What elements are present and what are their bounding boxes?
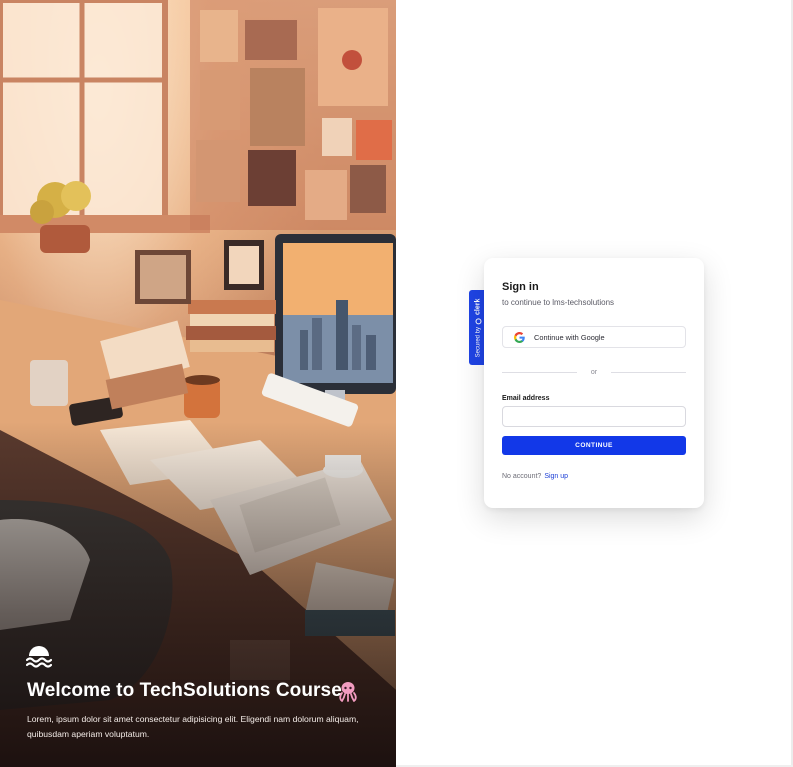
octopus-icon bbox=[339, 682, 357, 702]
or-divider: or bbox=[502, 366, 687, 378]
sign-up-link[interactable]: Sign up bbox=[544, 473, 568, 480]
clerk-logo-icon bbox=[475, 317, 481, 324]
hero-title: Welcome to TechSolutions Course bbox=[27, 680, 342, 701]
badge-prefix: Secured by bbox=[475, 326, 481, 357]
sign-in-card: Sign in to continue to lms-techsolutions… bbox=[484, 258, 704, 508]
email-address-label: Email address bbox=[502, 395, 550, 402]
no-account-footer: No account? Sign up bbox=[502, 473, 568, 480]
continue-button[interactable]: CONTINUE bbox=[502, 436, 686, 455]
no-account-text: No account? bbox=[502, 473, 542, 480]
waves-logo-icon bbox=[26, 646, 52, 668]
hero-gradient-overlay bbox=[0, 0, 396, 767]
hero-description: Lorem, ipsum dolor sit amet consectetur … bbox=[27, 714, 359, 739]
hero-panel: Welcome to TechSolutions Course Lorem, i… bbox=[0, 0, 396, 767]
badge-brand: clerk bbox=[474, 298, 482, 315]
card-title: Sign in bbox=[502, 281, 539, 293]
continue-with-google-button[interactable]: Continue with Google bbox=[502, 326, 686, 348]
google-icon bbox=[514, 331, 525, 343]
card-subtitle: to continue to lms-techsolutions bbox=[502, 298, 615, 307]
divider-line-right bbox=[611, 371, 687, 373]
divider-line-left bbox=[502, 371, 577, 373]
google-button-label: Continue with Google bbox=[534, 332, 605, 342]
email-address-input[interactable] bbox=[502, 406, 686, 427]
divider-or-text: or bbox=[590, 368, 598, 376]
